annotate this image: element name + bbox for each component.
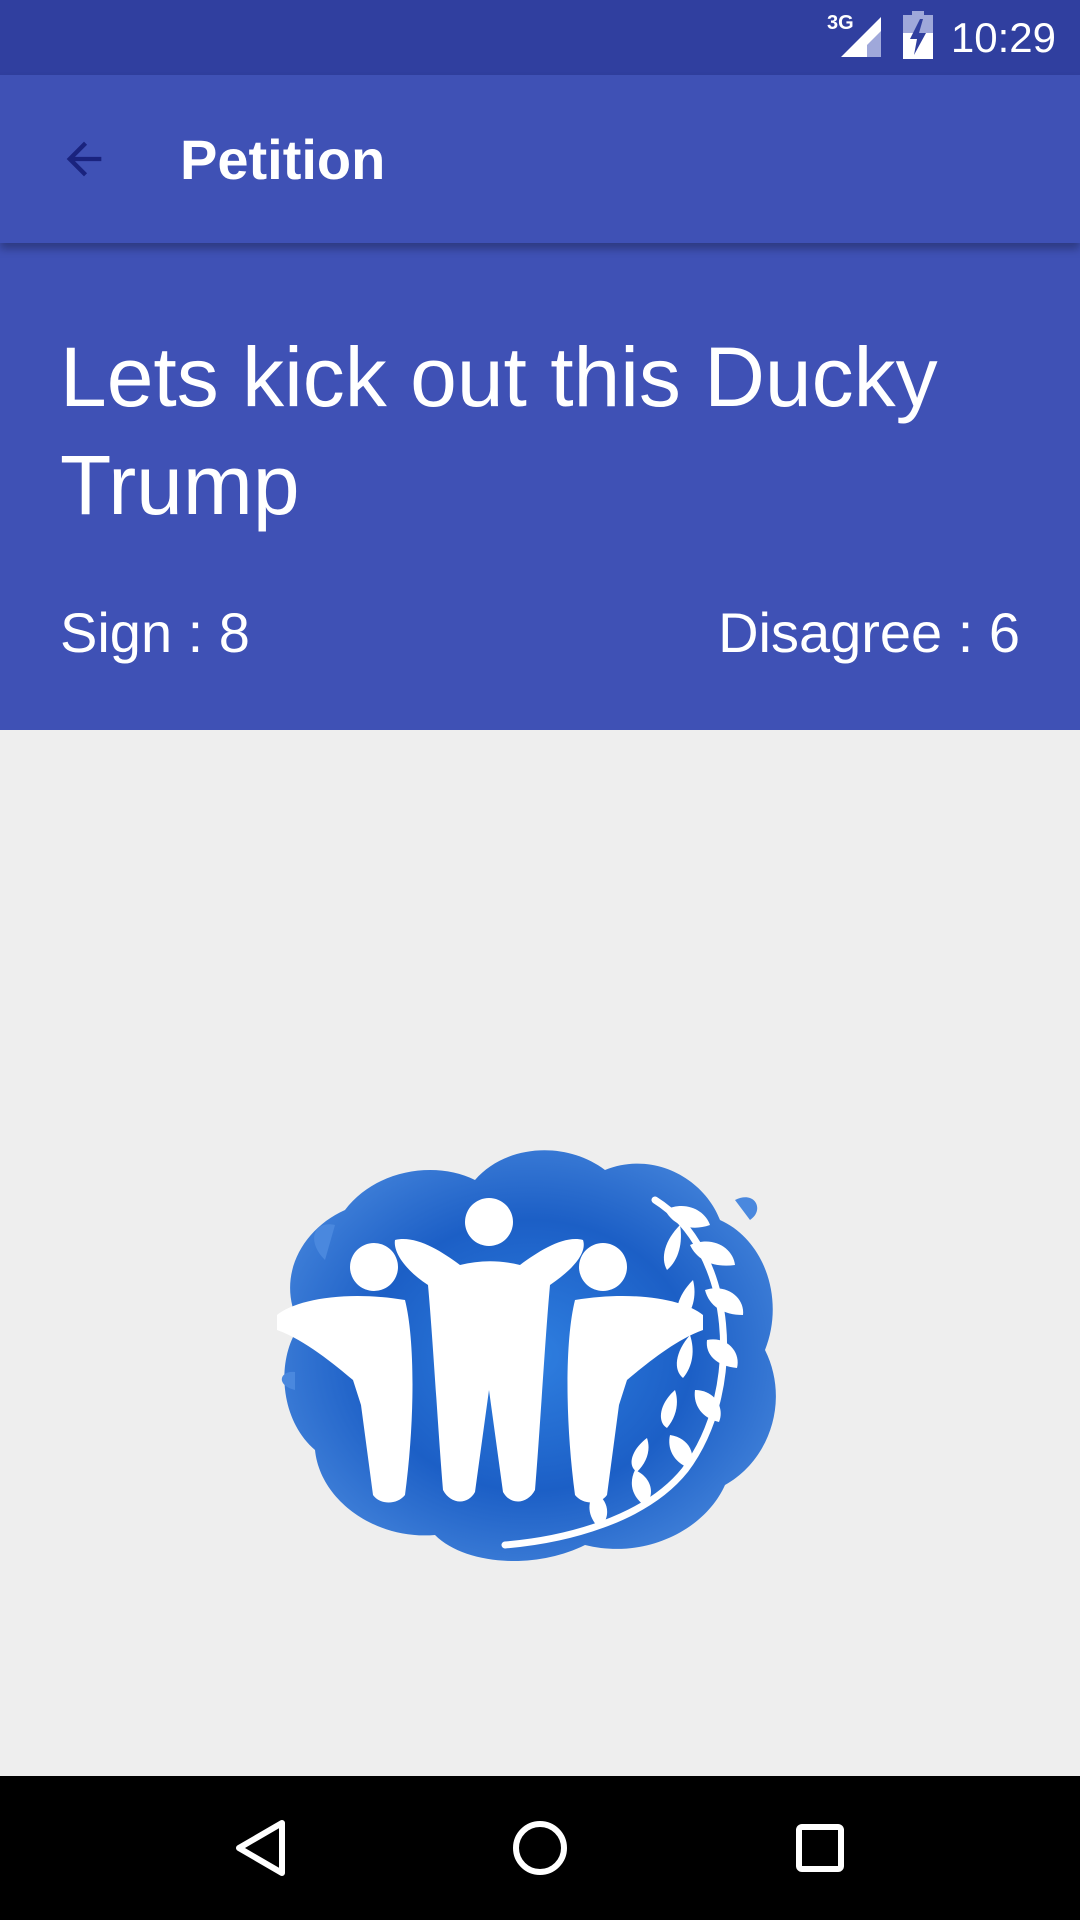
back-button[interactable]: [0, 75, 168, 243]
network-type-label: 3G: [827, 12, 854, 34]
nav-recents-button[interactable]: [748, 1776, 892, 1920]
recents-square-icon: [796, 1824, 844, 1872]
disagree-count[interactable]: Disagree : 6: [718, 598, 1020, 668]
back-triangle-icon: [236, 1820, 285, 1876]
battery-charging-icon: [902, 11, 933, 64]
signal-icon: 3G: [827, 11, 885, 64]
nav-home-button[interactable]: [468, 1776, 612, 1920]
toolbar: Petition: [0, 75, 1080, 243]
status-time: 10:29: [950, 14, 1056, 61]
nav-back-button[interactable]: [188, 1776, 332, 1920]
screen: 3G 10:29 Petition Lets kick out this Duc…: [0, 0, 1080, 1920]
navigation-bar: [0, 1776, 1080, 1920]
petition-header: Lets kick out this Ducky Trump Sign : 8 …: [0, 243, 1080, 730]
status-bar: 3G 10:29: [0, 0, 1080, 75]
arrow-back-icon: [66, 141, 102, 177]
petition-title: Lets kick out this Ducky Trump: [60, 330, 938, 532]
people-laurel-logo: [265, 1140, 815, 1570]
page-title: Petition: [180, 127, 386, 191]
home-circle-icon: [513, 1821, 567, 1875]
sign-count[interactable]: Sign : 8: [60, 598, 250, 668]
